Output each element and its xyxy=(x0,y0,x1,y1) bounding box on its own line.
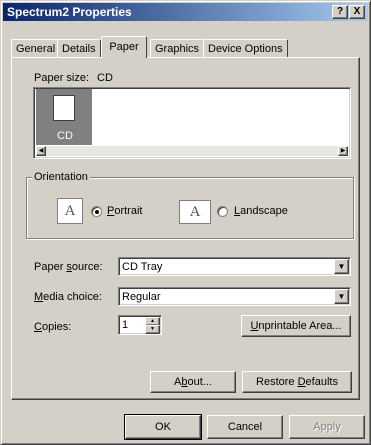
media-choice-label: Media choice: xyxy=(34,291,102,303)
landscape-radio[interactable] xyxy=(217,206,228,217)
chevron-down-icon[interactable]: ▼ xyxy=(334,259,349,274)
tab-device-options[interactable]: Device Options xyxy=(203,39,288,57)
paper-size-list[interactable]: CD ◀ ▶ xyxy=(33,87,351,159)
paper-icon xyxy=(53,95,75,121)
paper-size-value: CD xyxy=(97,72,113,84)
paper-source-label: Paper source: xyxy=(34,261,103,273)
ok-button[interactable]: OK xyxy=(124,414,202,440)
tab-general[interactable]: General xyxy=(11,39,61,57)
orientation-legend: Orientation xyxy=(32,171,90,183)
tab-details[interactable]: Details xyxy=(57,39,101,57)
copies-label: Copies: xyxy=(34,321,72,333)
copies-value: 1 xyxy=(122,319,129,331)
portrait-icon: A xyxy=(57,198,83,224)
list-item-label: CD xyxy=(57,130,73,142)
portrait-radio[interactable] xyxy=(91,206,102,217)
scroll-right-icon[interactable]: ▶ xyxy=(338,146,348,156)
properties-dialog: Spectrum2 Properties ? X General Details… xyxy=(0,0,371,445)
landscape-label[interactable]: Landscape xyxy=(234,205,288,217)
about-button[interactable]: About... xyxy=(150,371,236,393)
horizontal-scrollbar[interactable]: ◀ ▶ xyxy=(36,146,348,156)
media-choice-value: Regular xyxy=(122,291,161,303)
close-button[interactable]: X xyxy=(349,5,365,19)
landscape-icon: A xyxy=(179,200,211,224)
tab-graphics[interactable]: Graphics xyxy=(150,39,205,57)
window-title: Spectrum2 Properties xyxy=(7,5,132,19)
restore-defaults-button[interactable]: Restore Defaults xyxy=(242,371,352,393)
title-bar: Spectrum2 Properties ? X xyxy=(3,3,368,21)
cancel-button[interactable]: Cancel xyxy=(207,415,283,439)
scroll-left-icon[interactable]: ◀ xyxy=(36,146,46,156)
paper-size-label: Paper size: xyxy=(34,72,90,84)
copies-stepper[interactable]: 1 ▲ ▼ xyxy=(118,315,162,335)
media-choice-select[interactable]: Regular ▼ xyxy=(118,287,351,306)
list-item[interactable]: CD xyxy=(36,89,92,145)
chevron-down-icon[interactable]: ▼ xyxy=(334,289,349,304)
tab-paper[interactable]: Paper xyxy=(101,36,147,58)
chevron-down-icon[interactable]: ▼ xyxy=(145,325,160,334)
paper-source-value: CD Tray xyxy=(122,261,163,273)
unprintable-area-button[interactable]: Unprintable Area... xyxy=(241,315,351,337)
paper-source-select[interactable]: CD Tray ▼ xyxy=(118,257,351,276)
help-button[interactable]: ? xyxy=(332,5,348,19)
portrait-label[interactable]: Portrait xyxy=(107,205,142,217)
apply-button[interactable]: Apply xyxy=(289,415,365,439)
